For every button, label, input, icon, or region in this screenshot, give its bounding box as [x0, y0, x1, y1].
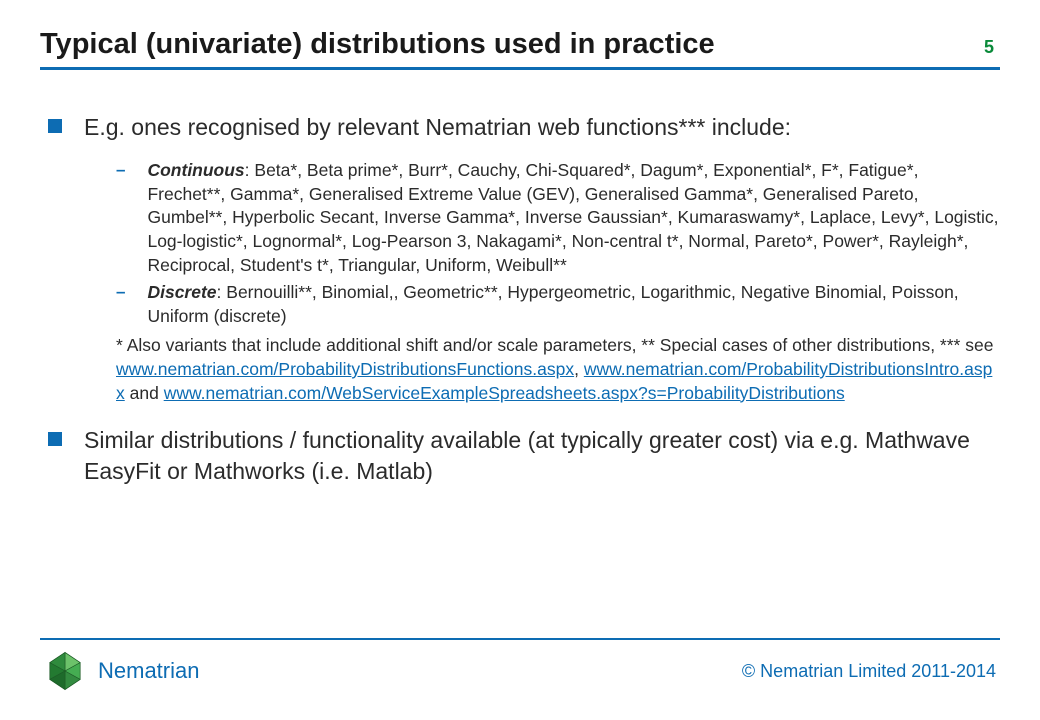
link-webservice-spreadsheets[interactable]: www.nematrian.com/WebServiceExampleSprea… [164, 383, 845, 403]
brand-block: Nematrian [44, 650, 742, 692]
continuous-label: Continuous [147, 160, 244, 180]
copyright-text: © Nematrian Limited 2011-2014 [742, 661, 996, 682]
sub-bullet-discrete-text: Discrete: Bernouilli**, Binomial,, Geome… [147, 281, 1000, 328]
footnote: * Also variants that include additional … [116, 334, 1000, 405]
continuous-list: : Beta*, Beta prime*, Burr*, Cauchy, Chi… [147, 160, 998, 275]
brand-name: Nematrian [98, 658, 199, 684]
footnote-intro: * Also variants that include additional … [116, 335, 993, 355]
footnote-sep-1: , [574, 359, 584, 379]
footer: Nematrian © Nematrian Limited 2011-2014 [40, 638, 1000, 696]
header: Typical (univariate) distributions used … [40, 28, 1000, 70]
link-distributions-functions[interactable]: www.nematrian.com/ProbabilityDistributio… [116, 359, 574, 379]
page-number: 5 [984, 37, 1000, 58]
slide-title: Typical (univariate) distributions used … [40, 28, 984, 61]
square-bullet-icon [48, 432, 62, 446]
square-bullet-icon [48, 119, 62, 133]
sub-bullet-discrete: – Discrete: Bernouilli**, Binomial,, Geo… [116, 281, 1000, 328]
sub-bullet-continuous-text: Continuous: Beta*, Beta prime*, Burr*, C… [147, 159, 1000, 277]
discrete-label: Discrete [147, 282, 216, 302]
nematrian-logo-icon [44, 650, 86, 692]
bullet-1-text: E.g. ones recognised by relevant Nematri… [84, 112, 791, 143]
footnote-sep-2: and [125, 383, 164, 403]
sub-bullet-continuous: – Continuous: Beta*, Beta prime*, Burr*,… [116, 159, 1000, 277]
discrete-list: : Bernouilli**, Binomial,, Geometric**, … [147, 282, 958, 326]
slide: Typical (univariate) distributions used … [0, 0, 1040, 720]
dash-bullet-icon: – [116, 159, 125, 277]
bullet-1: E.g. ones recognised by relevant Nematri… [48, 112, 1000, 143]
dash-bullet-icon: – [116, 281, 125, 328]
bullet-2: Similar distributions / functionality av… [48, 425, 1000, 487]
bullet-2-text: Similar distributions / functionality av… [84, 425, 1000, 487]
content-area: E.g. ones recognised by relevant Nematri… [40, 112, 1000, 638]
